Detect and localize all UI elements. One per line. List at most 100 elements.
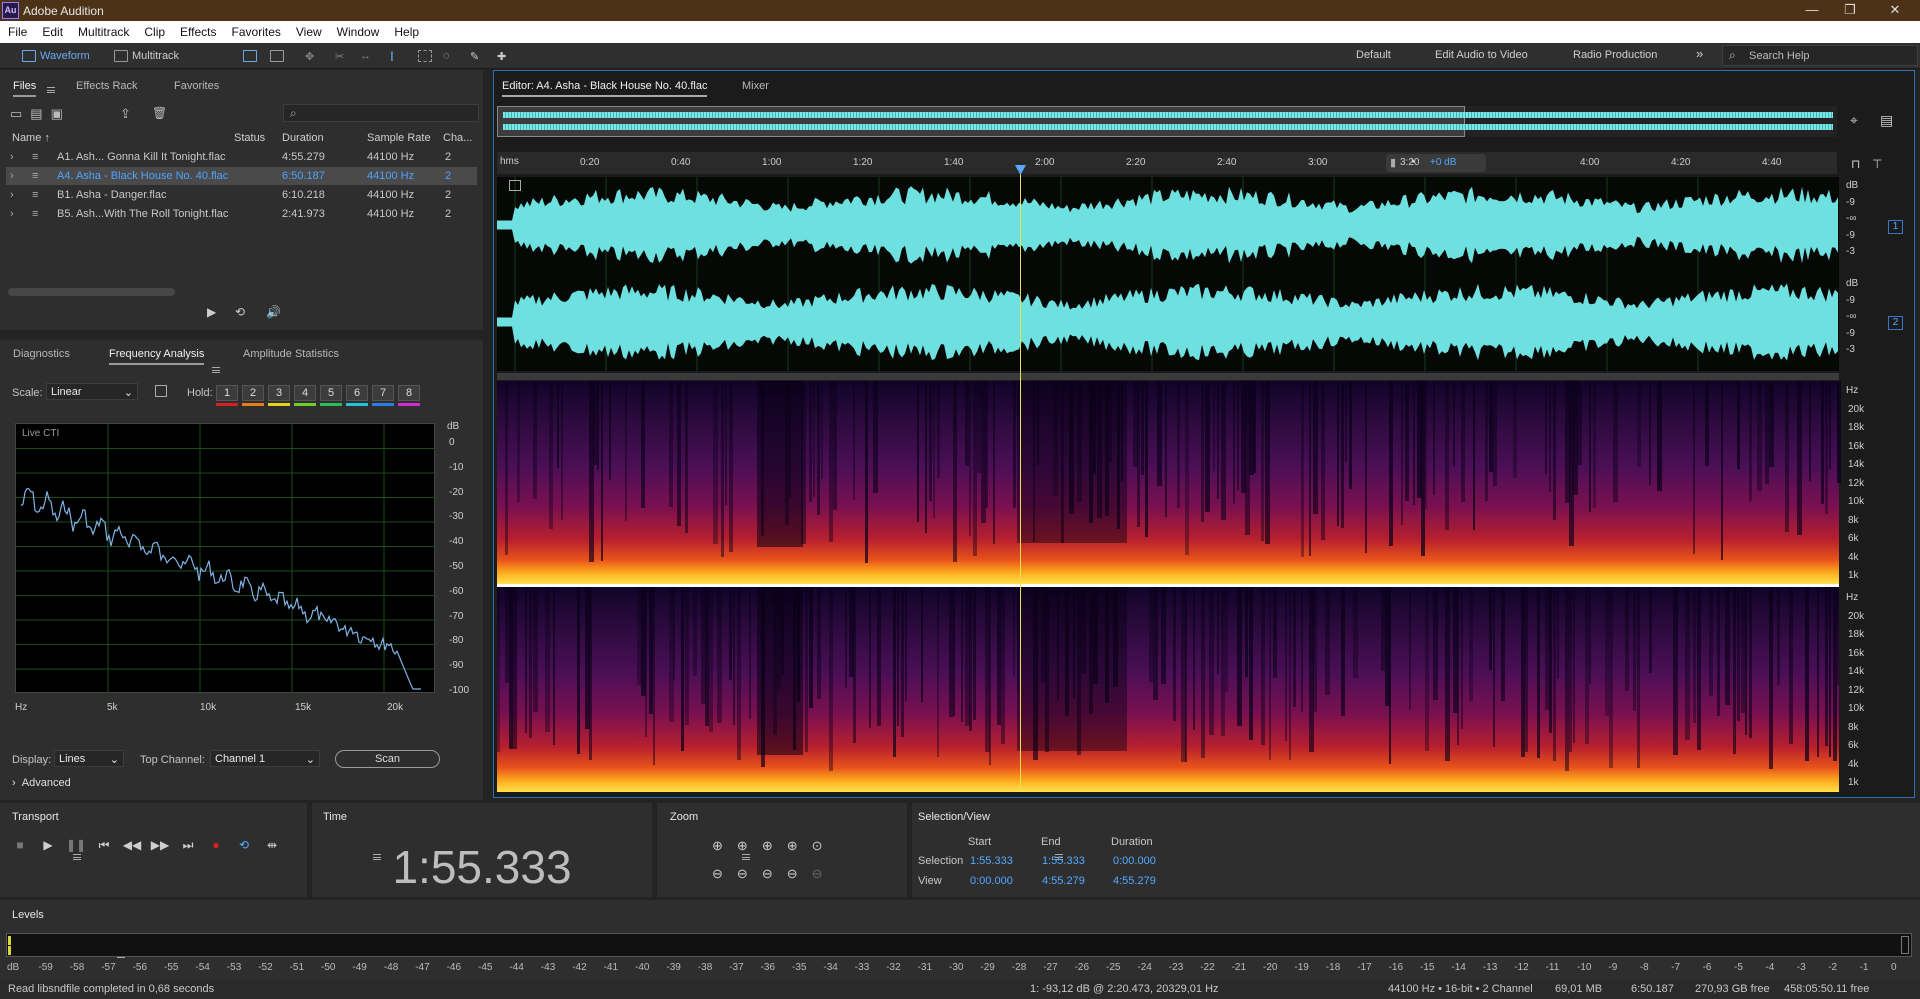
marquee-tool[interactable] (418, 48, 432, 64)
zoom-to-selection-icon[interactable]: ⌖ (1850, 112, 1858, 129)
col-sample-rate[interactable]: Sample Rate (367, 132, 431, 144)
slip-tool[interactable]: ↔ (360, 48, 371, 64)
insert-into-multitrack-icon[interactable]: ⇪ (120, 106, 131, 122)
scale-dropdown[interactable]: Linear ⌄ (46, 383, 138, 400)
current-time-display[interactable]: 1:55.333 (312, 840, 652, 894)
zoom-to-fit-icon[interactable]: ⊖ (787, 866, 812, 881)
hold-button-5[interactable]: 5 (320, 385, 342, 401)
search-help-field[interactable]: ⌕ Search Help (1722, 45, 1918, 66)
time-ruler[interactable]: hms (497, 152, 1837, 174)
selection-start[interactable]: 1:55.333 (970, 855, 1013, 867)
hold-button-3[interactable]: 3 (268, 385, 290, 401)
multitrack-view-button[interactable]: Multitrack (114, 48, 179, 64)
workspace-radio-production[interactable]: Radio Production (1573, 49, 1657, 61)
minimize-button[interactable]: — (1797, 2, 1827, 19)
menu-edit[interactable]: Edit (34, 21, 70, 39)
view-duration[interactable]: 4:55.279 (1113, 875, 1156, 887)
tab-editor[interactable]: Editor: A4. Asha - Black House No. 40.fl… (502, 80, 708, 97)
pin-icon[interactable]: ⊤ (1872, 157, 1882, 171)
spectral-display-button[interactable] (243, 48, 257, 64)
new-file-icon[interactable]: ▣ (51, 106, 71, 121)
playhead[interactable] (1020, 170, 1021, 792)
col-name[interactable]: Name ↑ (12, 132, 50, 144)
razor-tool[interactable]: ✂ (335, 48, 344, 64)
workspace-default[interactable]: Default (1356, 49, 1391, 61)
scan-button[interactable]: Scan (335, 750, 440, 768)
menu-view[interactable]: View (288, 21, 329, 39)
tab-mixer[interactable]: Mixer (742, 80, 769, 92)
col-channels[interactable]: Cha... (443, 132, 472, 144)
menu-file[interactable]: File (0, 21, 34, 39)
hold-button-4[interactable]: 4 (294, 385, 316, 401)
overview-visible-range[interactable] (497, 106, 1465, 137)
rewind-button[interactable]: ◀◀ (122, 838, 142, 852)
view-start[interactable]: 0:00.000 (970, 875, 1013, 887)
waveform-display[interactable] (497, 177, 1839, 371)
spectral-divider[interactable] (497, 373, 1839, 380)
play-button[interactable]: ▶ (38, 838, 58, 852)
menu-clip[interactable]: Clip (136, 21, 172, 39)
clip-indicator[interactable] (1901, 936, 1909, 954)
zoom-menu-icon[interactable] (742, 854, 751, 861)
zoom-in-both-icon[interactable]: ⊕ (762, 838, 787, 853)
pause-button[interactable]: ❚❚ (66, 838, 86, 852)
lasso-tool[interactable]: ◌ (443, 48, 450, 64)
tab-favorites[interactable]: Favorites (174, 80, 219, 92)
hold-button-6[interactable]: 6 (346, 385, 368, 401)
workspace-edit-audio-to-video[interactable]: Edit Audio to Video (1435, 49, 1528, 61)
menu-favorites[interactable]: Favorites (224, 21, 288, 39)
tab-diagnostics[interactable]: Diagnostics (13, 348, 70, 360)
files-search-input[interactable]: ⌕ (283, 104, 479, 122)
col-status[interactable]: Status (234, 132, 265, 144)
menu-help[interactable]: Help (386, 21, 426, 39)
file-row[interactable]: › ≡ B1. Asha - Danger.flac 6:10.218 44100 Hz… (6, 186, 477, 204)
hold-button-2[interactable]: 2 (242, 385, 264, 401)
tab-frequency-analysis[interactable]: Frequency Analysis (109, 348, 205, 365)
channel-2-toggle[interactable]: 2 (1888, 316, 1903, 330)
tab-files[interactable]: Files (13, 80, 37, 97)
hold-copy-icon[interactable] (155, 385, 167, 397)
open-icon[interactable]: ▭ (10, 106, 30, 121)
spot-healing-tool[interactable]: ✚ (497, 48, 506, 64)
tab-amplitude-statistics[interactable]: Amplitude Statistics (243, 348, 339, 360)
selection-end[interactable]: 1:55.333 (1042, 855, 1085, 867)
zoom-out-time-icon[interactable]: ⊖ (737, 866, 762, 881)
go-to-start-button[interactable]: ⏮ (94, 838, 114, 853)
snap-icon[interactable]: ⊓ (1851, 157, 1860, 171)
view-end[interactable]: 4:55.279 (1042, 875, 1085, 887)
loop-playback-button[interactable]: ⟲ (234, 838, 254, 852)
file-row[interactable]: › ≡ A1. Ash... Gonna Kill It Tonight.flac 4… (6, 148, 477, 166)
preview-play-button[interactable]: ▶ (207, 305, 216, 319)
transport-menu-icon[interactable] (73, 854, 81, 861)
record-button[interactable]: ● (206, 838, 226, 852)
stop-button[interactable]: ■ (10, 838, 30, 852)
files-menu-icon[interactable] (47, 87, 55, 94)
preview-loop-button[interactable]: ⟲ (235, 305, 245, 319)
move-tool[interactable]: ✥ (305, 48, 314, 64)
frequency-analysis-menu-icon[interactable] (212, 367, 220, 374)
col-duration[interactable]: Duration (282, 132, 324, 144)
top-channel-dropdown[interactable]: Channel 1 ⌄ (210, 750, 320, 767)
expand-editor-icon[interactable] (509, 180, 521, 191)
files-scrollbar[interactable] (8, 288, 175, 296)
restore-button[interactable]: ❐ (1835, 2, 1865, 19)
time-selection-tool[interactable]: I (390, 48, 394, 64)
spectrogram-channel-1[interactable] (497, 381, 1841, 584)
skip-selection-button[interactable]: ⇹ (262, 838, 282, 852)
preview-volume-icon[interactable]: 🔊 (266, 305, 281, 319)
waveform-view-button[interactable]: Waveform (22, 48, 90, 64)
panel-options-icon[interactable]: ▤ (1880, 112, 1893, 129)
import-icon[interactable]: ▤ (30, 106, 50, 121)
trash-icon[interactable]: 🗑 (152, 106, 167, 120)
zoom-reset-icon[interactable]: ⊙ (812, 838, 837, 853)
overview-waveform[interactable] (497, 106, 1837, 137)
pitch-display-button[interactable] (270, 48, 284, 64)
go-to-end-button[interactable]: ⏭ (178, 838, 198, 853)
brush-tool[interactable]: ✎ (470, 48, 479, 64)
spectrogram-channel-2[interactable] (497, 587, 1839, 792)
hold-button-8[interactable]: 8 (398, 385, 420, 401)
display-dropdown[interactable]: Lines ⌄ (54, 750, 124, 767)
menu-effects[interactable]: Effects (172, 21, 223, 39)
zoom-in-selection-icon[interactable]: ⊕ (787, 838, 812, 853)
channel-1-toggle[interactable]: 1 (1888, 220, 1903, 234)
